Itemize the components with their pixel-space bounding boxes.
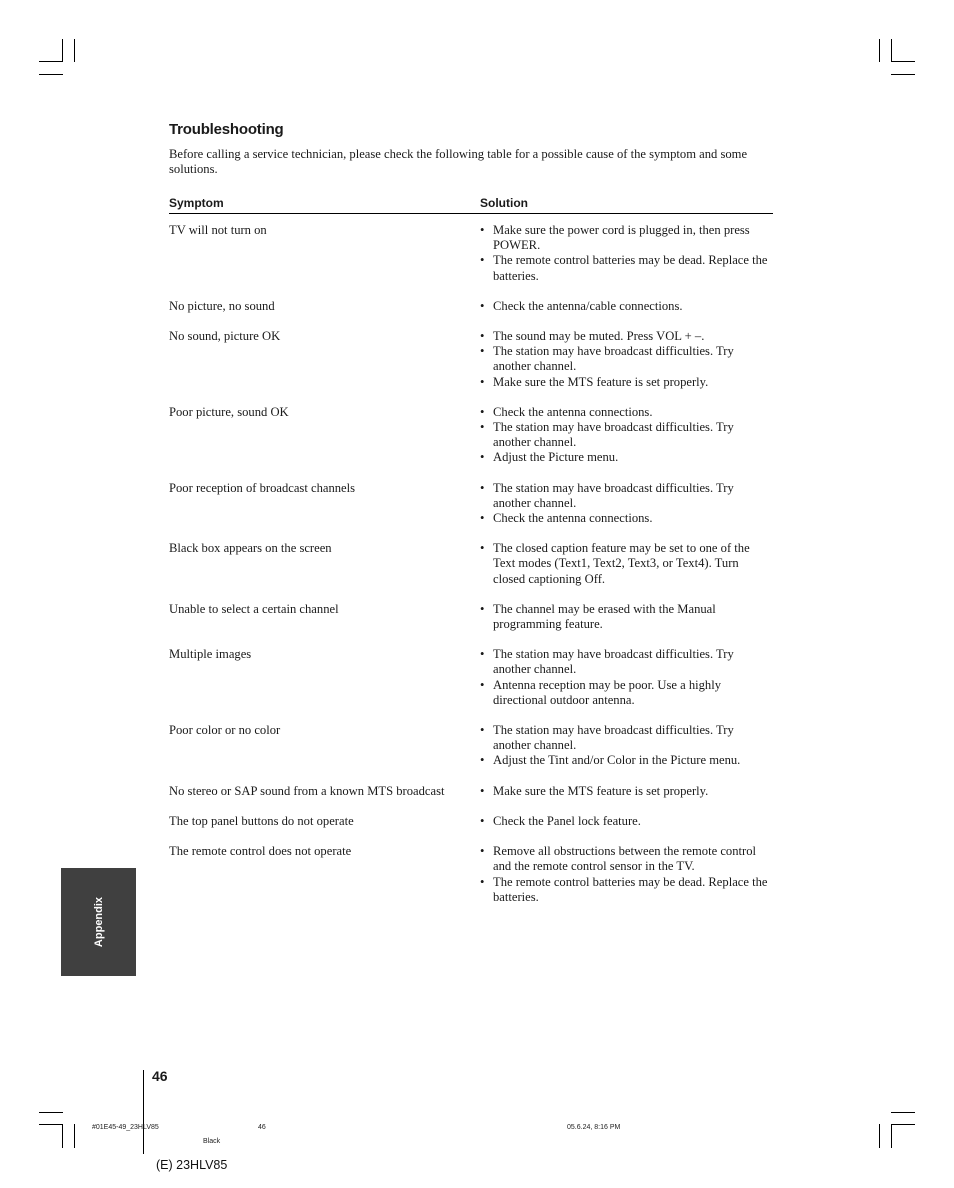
table-row: Multiple images The station may have broa… [169,647,773,708]
solution-item: Check the antenna/cable connections. [480,299,773,314]
crop-mark [891,1124,892,1148]
solution-list: The channel may be erased with the Manua… [480,602,773,632]
crop-mark [891,74,915,75]
solution-list: The station may have broadcast difficult… [480,481,773,527]
symptom-cell: Poor picture, sound OK [169,404,289,419]
table-row: Black box appears on the screen The close… [169,541,773,587]
solution-item: Make sure the MTS feature is set properl… [480,375,773,390]
solution-item: The closed caption feature may be set to… [480,541,773,587]
slug-ink-color: Black [203,1138,221,1145]
symptom-cell: Black box appears on the screen [169,541,332,556]
solution-item: Make sure the MTS feature is set properl… [480,784,773,799]
troubleshooting-table: TV will not turn on Make sure the power c… [169,223,773,920]
slug-page-number: 46 [258,1124,266,1131]
solution-list: Check the antenna/cable connections. [480,299,773,314]
symptom-cell: No sound, picture OK [169,329,281,344]
table-row: TV will not turn on Make sure the power c… [169,223,773,284]
crop-mark [62,1124,63,1148]
symptom-cell: Multiple images [169,647,252,662]
solution-item: The station may have broadcast difficult… [480,481,773,511]
solution-item: The station may have broadcast difficult… [480,420,773,450]
solution-item: Remove all obstructions between the remo… [480,844,773,874]
crop-mark [39,1124,63,1125]
symptom-cell: Unable to select a certain channel [169,601,339,616]
solution-item: The station may have broadcast difficult… [480,723,773,753]
slug-file-name: #01E45-49_23HLV85 [92,1124,159,1131]
solution-item: Antenna reception may be poor. Use a hig… [480,678,773,708]
symptom-cell: The remote control does not operate [169,844,352,859]
table-row: No stereo or SAP sound from a known MTS … [169,784,773,799]
model-code: (E) 23HLV85 [156,1158,228,1172]
table-header: Symptom Solution [169,195,773,214]
solution-list: Remove all obstructions between the remo… [480,844,773,905]
intro-paragraph: Before calling a service technician, ple… [169,147,748,176]
table-row: Unable to select a certain channel The ch… [169,602,773,632]
crop-mark [891,1112,915,1113]
crop-mark [39,1112,63,1113]
table-row: Poor reception of broadcast channels The … [169,481,773,527]
solution-item: Check the antenna connections. [480,511,773,526]
solution-list: Make sure the power cord is plugged in, … [480,223,773,284]
solution-column-header: Solution [480,196,528,210]
solution-item: The sound may be muted. Press VOL + –. [480,329,773,344]
table-row: No sound, picture OK The sound may be mut… [169,329,773,390]
crop-mark [879,39,880,62]
appendix-tab-label: Appendix [92,896,105,948]
symptom-column-header: Symptom [169,196,224,210]
solution-item: Adjust the Picture menu. [480,450,773,465]
page-number-rule [143,1070,144,1154]
symptom-cell: No stereo or SAP sound from a known MTS … [169,783,445,798]
symptom-cell: Poor color or no color [169,723,281,738]
crop-mark [74,39,75,62]
slug-datetime: 05.6.24, 8:16 PM [567,1124,621,1131]
solution-list: The sound may be muted. Press VOL + –.Th… [480,329,773,390]
table-row: The remote control does not operate Remov… [169,844,773,905]
crop-mark [39,61,63,62]
crop-mark [74,1124,75,1148]
appendix-side-tab: Appendix [61,868,136,976]
table-row: Poor picture, sound OK Check the antenna … [169,405,773,466]
solution-list: The station may have broadcast difficult… [480,647,773,708]
crop-mark [39,74,63,75]
solution-list: Make sure the MTS feature is set properl… [480,784,773,799]
crop-mark [891,61,915,62]
crop-mark [879,1124,880,1148]
crop-mark [62,39,63,62]
crop-mark [891,1124,915,1125]
symptom-cell: Poor reception of broadcast channels [169,480,356,495]
solution-list: The closed caption feature may be set to… [480,541,773,587]
solution-item: The channel may be erased with the Manua… [480,602,773,632]
solution-item: Make sure the power cord is plugged in, … [480,223,773,253]
crop-mark [891,39,892,62]
table-row: No picture, no sound Check the antenna/ca… [169,299,773,314]
symptom-cell: No picture, no sound [169,298,275,313]
solution-item: The station may have broadcast difficult… [480,344,773,374]
table-row: Poor color or no color The station may ha… [169,723,773,769]
solution-list: Check the Panel lock feature. [480,814,773,829]
solution-item: The remote control batteries may be dead… [480,875,773,905]
solution-item: The remote control batteries may be dead… [480,253,773,283]
page-title: Troubleshooting [169,121,284,138]
solution-list: The station may have broadcast difficult… [480,723,773,769]
page-number: 46 [152,1068,168,1084]
solution-item: Adjust the Tint and/or Color in the Pict… [480,753,773,768]
solution-item: The station may have broadcast difficult… [480,647,773,677]
table-row: The top panel buttons do not operate Chec… [169,814,773,829]
solution-item: Check the antenna connections. [480,405,773,420]
symptom-cell: The top panel buttons do not operate [169,813,354,828]
solution-list: Check the antenna connections.The statio… [480,405,773,466]
symptom-cell: TV will not turn on [169,223,267,237]
solution-item: Check the Panel lock feature. [480,814,773,829]
